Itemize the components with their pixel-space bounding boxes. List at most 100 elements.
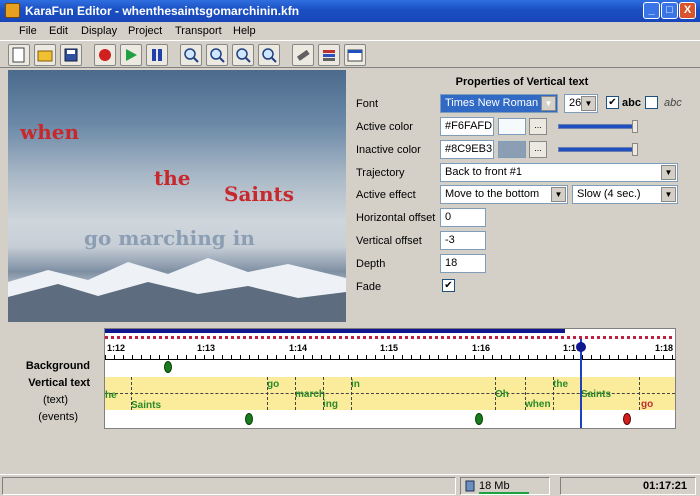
new-button[interactable] [8,44,30,66]
inactive-color-picker-button[interactable]: ... [529,141,547,158]
word-boundary [295,377,296,410]
play-button[interactable] [120,44,142,66]
properties-panel: Properties of Vertical text Font Times N… [352,70,692,322]
active-color-slider[interactable] [558,120,640,133]
inactive-color-label: Inactive color [356,144,421,156]
chevron-down-icon: ▼ [551,187,566,202]
time-panel: 01:17:21 [560,477,696,495]
ruler-tick-label: 1:15 [380,343,399,353]
effect-speed-select[interactable]: Slow (4 sec.) ▼ [572,185,678,204]
menu-edit[interactable]: Edit [49,25,68,37]
ruler-baseline [105,359,675,360]
tool-icon [296,49,310,61]
zoom-out-button[interactable] [232,44,254,66]
zoom-out-icon [236,48,251,63]
timeline-word[interactable]: go [641,399,653,410]
trajectory-select[interactable]: Back to front #1 ▼ [440,163,678,182]
active-effect-select[interactable]: Move to the bottom ▼ [440,185,568,204]
active-color-picker-button[interactable]: ... [529,118,547,135]
timeline-word[interactable]: the [553,379,568,390]
depth-input[interactable]: 18 [440,254,486,273]
word-boundary [131,377,132,410]
horizontal-offset-input[interactable]: 0 [440,208,486,227]
background-event-marker[interactable] [164,361,172,373]
vertical-offset-label: Vertical offset [356,235,422,247]
inactive-color-swatch[interactable] [498,141,526,158]
timeline-word[interactable]: march [295,389,325,400]
bold-label: abc [622,97,641,109]
track-label-background[interactable]: Background [26,360,90,372]
inactive-color-input[interactable]: #8C9EB3 [440,140,494,159]
save-icon [64,48,78,62]
app-icon [5,3,20,18]
pause-button[interactable] [146,44,168,66]
window-title: KaraFun Editor - whenthesaintsgomarchini… [25,4,300,18]
layers-button[interactable] [318,44,340,66]
track-label-vertical-text[interactable]: Vertical text [28,377,90,389]
text-event-marker[interactable] [245,413,253,425]
timeline-word[interactable]: he [105,390,117,401]
effect-speed-value: Slow (4 sec.) [577,188,641,200]
menu-help[interactable]: Help [233,25,256,37]
zoom-in-button[interactable] [180,44,202,66]
timeline-word[interactable]: in [351,379,360,390]
zoom-in-2-button[interactable] [206,44,228,66]
chevron-down-icon: ▼ [541,96,556,111]
properties-title: Properties of Vertical text [455,76,589,88]
active-color-input[interactable]: #F6FAFD [440,117,494,136]
menu-transport[interactable]: Transport [175,25,222,37]
active-effect-label: Active effect [356,189,416,201]
record-icon [99,49,111,61]
timeline-scroll-range[interactable] [105,329,565,333]
zoom-fit-button[interactable] [258,44,280,66]
chevron-down-icon: ▼ [661,187,676,202]
font-select[interactable]: Times New Roman ▼ [440,94,558,113]
tool-button[interactable] [292,44,314,66]
word-boundary [495,377,496,410]
open-button[interactable] [34,44,56,66]
active-effect-value: Move to the bottom [445,188,540,200]
trajectory-value: Back to front #1 [445,166,523,178]
bold-checkbox[interactable]: ✔ [606,96,619,109]
lyric-line: go marching in [84,226,255,250]
zoom-fit-icon [262,48,277,63]
menu-project[interactable]: Project [128,25,162,37]
inactive-color-slider[interactable] [558,143,640,156]
menu-display[interactable]: Display [81,25,117,37]
timeline-word[interactable]: ing [323,399,338,410]
text-event-marker-selected[interactable] [623,413,631,425]
minimize-button[interactable]: _ [643,2,660,19]
italic-checkbox[interactable] [645,96,658,109]
properties-button[interactable] [344,44,366,66]
word-boundary [553,377,554,410]
status-panel-main [2,477,456,495]
record-button[interactable] [94,44,116,66]
zoom-in-icon [210,48,225,63]
timeline[interactable]: 1:12 1:13 1:14 1:15 1:16 1:17 1:18 he Sa… [104,328,676,429]
menu-file[interactable]: File [19,25,37,37]
timeline-word[interactable]: go [267,379,279,390]
timeline-word[interactable]: when [525,399,551,410]
zoom-in-icon [184,48,199,63]
lyric-word: Saints [224,182,295,206]
font-size-select[interactable]: 26 ▼ [564,94,598,113]
timeline-word[interactable]: Saints [131,400,161,411]
vertical-offset-input[interactable]: -3 [440,231,486,250]
status-bar: 18 Mb 01:17:21 [0,474,700,496]
timeline-word[interactable]: Oh [495,389,509,400]
text-event-marker[interactable] [475,413,483,425]
ruler-tick-label: 1:13 [197,343,216,353]
memory-icon [465,480,475,492]
fade-checkbox[interactable]: ✔ [442,279,455,292]
timeline-word[interactable]: Saints [581,389,611,400]
save-button[interactable] [60,44,82,66]
track-label-text: (text) [42,394,68,406]
playhead-handle[interactable] [576,342,586,352]
active-color-swatch[interactable] [498,118,526,135]
toolbar [0,40,700,68]
active-color-label: Active color [356,121,413,133]
close-button[interactable]: X [679,2,696,19]
maximize-button[interactable]: □ [661,2,678,19]
new-icon [12,47,25,63]
playhead[interactable] [580,339,582,428]
